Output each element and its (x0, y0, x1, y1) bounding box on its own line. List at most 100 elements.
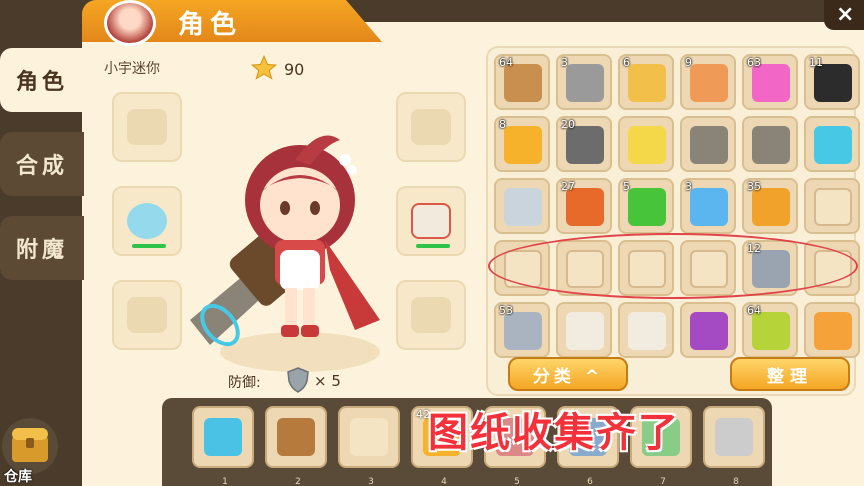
inventory-slot[interactable]: 6 (618, 54, 674, 110)
inventory-slot[interactable]: 11 (804, 54, 860, 110)
red-mushroom-icon (690, 64, 728, 102)
inventory-slot[interactable]: 9 (680, 54, 736, 110)
inventory-slot[interactable]: 64 (742, 302, 798, 358)
inventory-slot[interactable]: 64 (494, 54, 550, 110)
item-8-icon (715, 418, 753, 456)
blueprint-icon (350, 418, 388, 456)
item-count: 35 (747, 180, 761, 193)
close-button[interactable]: × (824, 0, 864, 30)
laser-gun-icon (690, 312, 728, 350)
item-count: 3 (561, 56, 568, 69)
green-gem-icon (628, 188, 666, 226)
hotbar-slot-number: 5 (514, 477, 520, 486)
hotbar-slot-number: 7 (660, 477, 666, 486)
hotbar-slot-number: 4 (441, 477, 447, 486)
diamond-shovel-icon (814, 126, 852, 164)
inventory-slot[interactable] (680, 116, 736, 172)
inventory-slot[interactable]: 35 (742, 178, 798, 234)
green-potion-icon (752, 312, 790, 350)
chest-armor-icon (566, 312, 604, 350)
drill-icon (690, 126, 728, 164)
item-count: 53 (499, 304, 513, 317)
shield-icon (287, 367, 309, 393)
hotbar-slot[interactable]: 8 (703, 406, 765, 486)
hotbar-slot[interactable]: 1 (192, 406, 254, 486)
blue-crystal-icon (690, 188, 728, 226)
hotbar-slot-number: 1 (222, 477, 228, 486)
scissors-icon (504, 188, 542, 226)
lava-ball-icon (752, 188, 790, 226)
inventory-slot[interactable] (680, 302, 736, 358)
hotbar-slot[interactable]: 3 (338, 406, 400, 486)
inventory-slot[interactable]: 3 (680, 178, 736, 234)
inventory-slot[interactable] (556, 302, 612, 358)
item-count: 63 (747, 56, 761, 69)
diamond-sword-icon (204, 418, 242, 456)
item-count: 64 (499, 56, 513, 69)
page-title: 角色 (178, 10, 243, 40)
blueprint-icon (814, 188, 852, 226)
helmet-placeholder-icon (127, 109, 167, 145)
inventory-slot[interactable] (804, 302, 860, 358)
hotbar-slot-number: 2 (295, 477, 301, 486)
ice-armor-icon (127, 203, 167, 239)
inventory-slot[interactable]: 27 (556, 178, 612, 234)
inventory-slot[interactable] (804, 116, 860, 172)
equip-slot-helmet[interactable] (112, 92, 182, 162)
mushroom-icon (628, 64, 666, 102)
highlight-circle-annotation (488, 233, 858, 299)
inventory-slot[interactable] (618, 116, 674, 172)
side-tabs: 角色 合成 附魔 (0, 48, 84, 300)
dirt-block-icon (504, 64, 542, 102)
item-count: 6 (623, 56, 630, 69)
durability-bar (132, 244, 166, 248)
inventory-slot[interactable]: 3 (556, 54, 612, 110)
drill-icon (752, 126, 790, 164)
stone-block-icon (566, 64, 604, 102)
inventory-slot[interactable] (618, 302, 674, 358)
inventory-slot[interactable] (494, 178, 550, 234)
fire-core-icon (566, 188, 604, 226)
tab-character[interactable]: 角色 (0, 48, 84, 112)
caption-overlay: 图纸收集齐了 (428, 410, 680, 456)
equip-slot-chest[interactable] (112, 186, 182, 256)
player-character (190, 135, 380, 372)
inventory-slot[interactable]: 5 (618, 178, 674, 234)
chest-armor-icon (628, 312, 666, 350)
close-icon: × (836, 2, 855, 27)
arrange-button[interactable]: 整理 (730, 357, 850, 391)
item-count: 20 (561, 118, 575, 131)
tab-enchant[interactable]: 附魔 (0, 216, 84, 280)
rocket-icon (814, 312, 852, 350)
tab-crafting[interactable]: 合成 (0, 132, 84, 196)
obsidian-block-icon (814, 64, 852, 102)
inventory-slot[interactable]: 63 (742, 54, 798, 110)
sort-button[interactable]: 分类 ^ (508, 357, 628, 391)
defense-value: × 5 (314, 372, 341, 390)
player-name: 小宇迷你 (104, 61, 160, 77)
gold-dust-icon (504, 126, 542, 164)
hotbar-slot-number: 8 (733, 477, 739, 486)
inventory-slot[interactable] (742, 116, 798, 172)
pet-placeholder-icon (127, 297, 167, 333)
iron-ingot-icon (504, 312, 542, 350)
inventory-slot[interactable]: 8 (494, 116, 550, 172)
hotbar-slot-number: 6 (587, 477, 593, 486)
warehouse-label[interactable]: 仓库 (4, 466, 32, 486)
gold-axe-icon (628, 126, 666, 164)
equip-slot-pet[interactable] (112, 280, 182, 350)
item-count: 11 (809, 56, 823, 69)
bow-icon (277, 418, 315, 456)
furnace-icon (566, 126, 604, 164)
item-count: 9 (685, 56, 692, 69)
inventory-slot[interactable]: 20 (556, 116, 612, 172)
item-count: 8 (499, 118, 506, 131)
avatar (104, 0, 156, 46)
item-count: 5 (623, 180, 630, 193)
inventory-slot[interactable]: 53 (494, 302, 550, 358)
crystal-flower-icon (752, 64, 790, 102)
defense-label: 防御: (228, 375, 261, 391)
item-count: 3 (685, 180, 692, 193)
hotbar-slot[interactable]: 2 (265, 406, 327, 486)
inventory-slot[interactable] (804, 178, 860, 234)
